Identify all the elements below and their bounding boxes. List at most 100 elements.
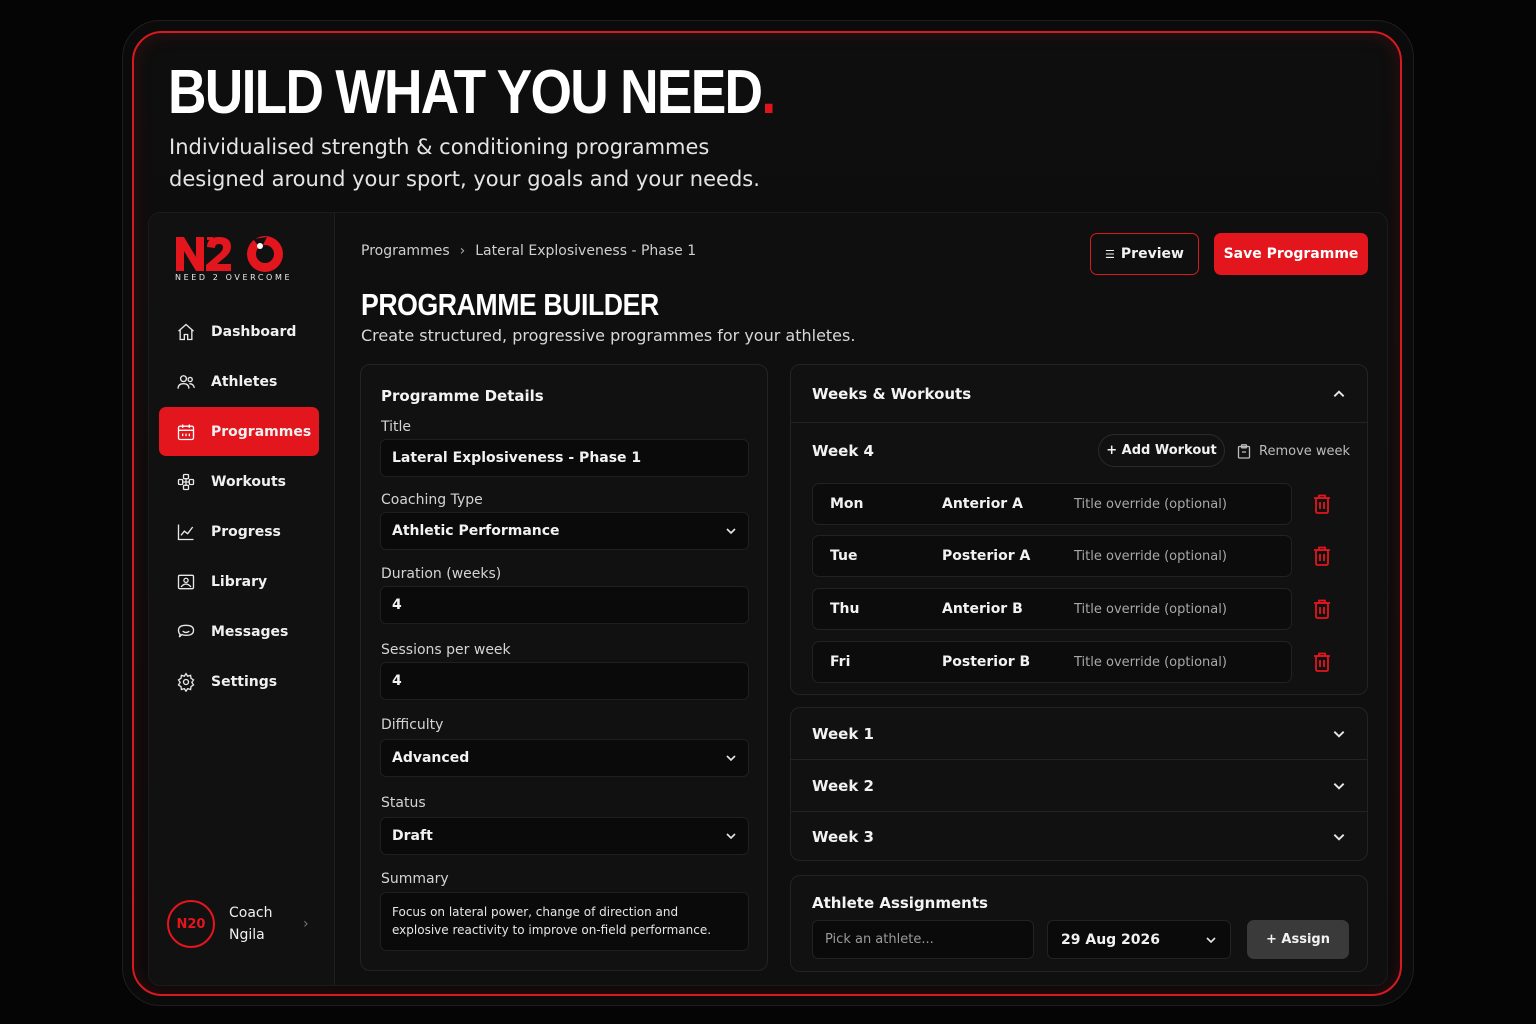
chevron-down-icon: [1206, 936, 1216, 943]
trash-icon[interactable]: [1313, 599, 1331, 619]
list-item: Mon Anterior A Title override (optional): [812, 483, 1292, 525]
day-label: Tue: [830, 548, 858, 564]
hero-frame: BUILD WHAT YOU NEED. Individualised stre…: [132, 31, 1402, 996]
users-icon: [177, 374, 195, 389]
duration-input[interactable]: 4: [380, 586, 749, 624]
sidebar-item-messages[interactable]: Messages: [159, 607, 319, 656]
workout-name[interactable]: Posterior B: [942, 654, 1074, 670]
sidebar-item-label: Programmes: [211, 423, 312, 440]
weeks-workouts-card: Weeks & Workouts Week 4 + Add Workout Re…: [790, 364, 1368, 695]
save-programme-button[interactable]: Save Programme: [1214, 233, 1368, 275]
list-item: Fri Posterior B Title override (optional…: [812, 641, 1292, 683]
assign-button[interactable]: + Assign: [1247, 920, 1349, 959]
sidebar-item-dashboard[interactable]: Dashboard: [159, 307, 319, 356]
image-icon: [177, 574, 195, 589]
sidebar-item-label: Messages: [211, 623, 289, 640]
workout-name[interactable]: Anterior A: [942, 496, 1074, 512]
title-override-input[interactable]: Title override (optional): [1074, 655, 1227, 670]
chevron-down-icon: [1333, 730, 1345, 738]
remove-week-button[interactable]: Remove week: [1237, 435, 1350, 467]
weeks-header[interactable]: Weeks & Workouts: [791, 365, 1367, 423]
dumbbell-icon: [177, 473, 195, 490]
assignments-heading: Athlete Assignments: [812, 894, 988, 912]
page-subtitle: Create structured, progressive programme…: [361, 326, 856, 345]
workout-name[interactable]: Posterior A: [942, 548, 1074, 564]
chevron-down-icon: [726, 528, 736, 535]
brand-tagline: NEED 2 OVERCOME: [175, 273, 293, 282]
programme-details-heading: Programme Details: [381, 387, 544, 405]
chevron-down-icon: [1333, 834, 1345, 841]
week-label: Week 1: [812, 724, 874, 743]
start-date-select[interactable]: 29 Aug 2026: [1047, 920, 1231, 959]
athlete-picker-input[interactable]: [812, 920, 1034, 959]
day-label: Thu: [830, 601, 860, 617]
programme-details-card: Programme Details Title Lateral Explosiv…: [360, 364, 768, 971]
home-icon: [178, 323, 194, 340]
sessions-value: 4: [392, 673, 402, 689]
difficulty-value: Advanced: [392, 750, 470, 766]
sidebar-nav: Dashboard Athletes Programmes Workouts P…: [159, 307, 319, 707]
coach-profile[interactable]: N20 Coach Ngila ›: [167, 899, 317, 949]
title-override-input[interactable]: Title override (optional): [1074, 497, 1227, 512]
hero-title: BUILD WHAT YOU NEED.: [168, 58, 776, 127]
filter-icon: ☰: [1105, 247, 1115, 261]
clipboard-icon: [1237, 443, 1251, 459]
sessions-label: Sessions per week: [381, 642, 511, 658]
sidebar-item-progress[interactable]: Progress: [159, 507, 319, 556]
breadcrumb: Programmes › Lateral Explosiveness - Pha…: [361, 243, 696, 259]
week-2-row[interactable]: Week 2: [791, 760, 1367, 812]
main-content: Programmes › Lateral Explosiveness - Pha…: [335, 213, 1387, 985]
sidebar-item-programmes[interactable]: Programmes: [159, 407, 319, 456]
sidebar-item-label: Progress: [211, 523, 281, 540]
sidebar-item-library[interactable]: Library: [159, 557, 319, 606]
summary-textarea[interactable]: Focus on lateral power, change of direct…: [380, 892, 749, 951]
breadcrumb-programmes[interactable]: Programmes: [361, 243, 450, 259]
day-label: Fri: [830, 654, 851, 670]
workout-name[interactable]: Anterior B: [942, 601, 1074, 617]
add-workout-button[interactable]: + Add Workout: [1098, 434, 1225, 467]
chevron-right-icon: ›: [303, 916, 309, 932]
trash-icon[interactable]: [1313, 494, 1331, 514]
title-input[interactable]: Lateral Explosiveness - Phase 1: [380, 439, 749, 477]
collapsed-weeks-card: Week 1 Week 2 Week 3: [790, 707, 1368, 861]
sidebar-item-label: Athletes: [211, 373, 278, 390]
sidebar-item-label: Library: [211, 573, 268, 590]
trash-icon[interactable]: [1313, 546, 1331, 566]
chevron-down-icon: [726, 755, 736, 762]
title-override-input[interactable]: Title override (optional): [1074, 549, 1227, 564]
title-value: Lateral Explosiveness - Phase 1: [392, 450, 642, 466]
week-label: Week 2: [812, 776, 874, 795]
status-select[interactable]: Draft: [380, 817, 749, 855]
difficulty-select[interactable]: Advanced: [380, 739, 749, 777]
week-4-label: Week 4: [812, 442, 874, 460]
coaching-type-label: Coaching Type: [381, 492, 483, 508]
chevron-down-icon: [726, 833, 736, 840]
title-label: Title: [381, 419, 412, 435]
week-3-row[interactable]: Week 3: [791, 811, 1367, 863]
breadcrumb-current: Lateral Explosiveness - Phase 1: [475, 243, 697, 259]
day-label: Mon: [830, 496, 864, 512]
sidebar-item-label: Dashboard: [211, 323, 297, 340]
week-label: Week 3: [812, 828, 874, 846]
sidebar-item-workouts[interactable]: Workouts: [159, 457, 319, 506]
duration-value: 4: [392, 597, 402, 613]
status-label: Status: [381, 795, 426, 811]
trash-icon[interactable]: [1313, 652, 1331, 672]
sidebar: NEED 2 OVERCOME Dashboard Athletes Progr…: [149, 213, 335, 985]
coaching-type-select[interactable]: Athletic Performance: [380, 512, 749, 550]
week-1-row[interactable]: Week 1: [791, 708, 1367, 760]
preview-button[interactable]: ☰ Preview: [1090, 233, 1199, 275]
app-window: NEED 2 OVERCOME Dashboard Athletes Progr…: [148, 212, 1388, 986]
duration-label: Duration (weeks): [381, 566, 502, 582]
chat-icon: [177, 624, 195, 637]
athlete-assignments-card: Athlete Assignments 29 Aug 2026 + Assign: [790, 875, 1368, 972]
sessions-input[interactable]: 4: [380, 662, 749, 700]
page-title: PROGRAMME BUILDER: [361, 287, 659, 322]
title-override-input[interactable]: Title override (optional): [1074, 602, 1227, 617]
sidebar-item-settings[interactable]: Settings: [159, 657, 319, 706]
coaching-type-value: Athletic Performance: [392, 523, 560, 539]
chevron-down-icon: [1333, 782, 1345, 790]
calendar-icon: [177, 424, 195, 440]
sidebar-item-athletes[interactable]: Athletes: [159, 357, 319, 406]
chevron-up-icon[interactable]: [1332, 387, 1346, 401]
